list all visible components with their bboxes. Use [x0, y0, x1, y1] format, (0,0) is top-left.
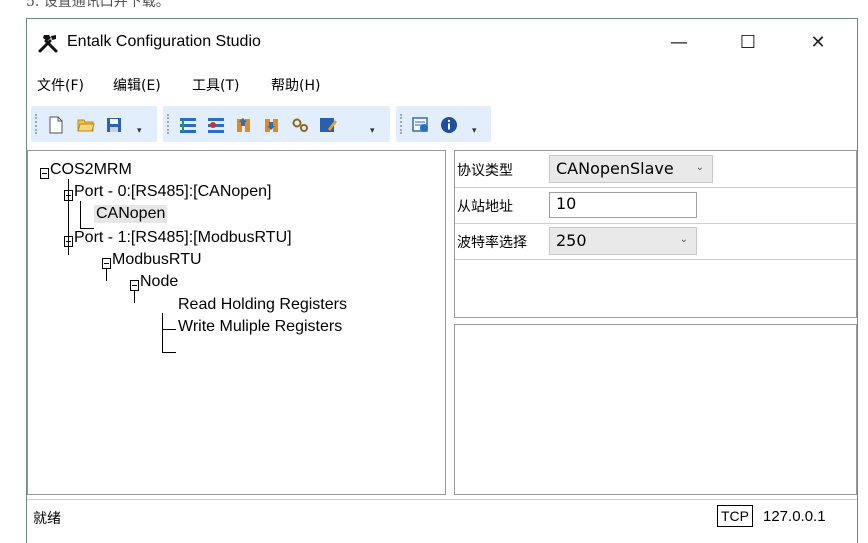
collapse-icon[interactable]: [40, 168, 49, 179]
property-grid: 协议类型 CANopenSlave ⌄ 从站地址 10 波特率选择 250 ⌄: [454, 150, 857, 318]
property-row: 协议类型 CANopenSlave ⌄: [455, 151, 856, 188]
tree-port-0[interactable]: Port - 0:[RS485]:[CANopen]: [74, 183, 271, 201]
tree-connector: [80, 201, 81, 229]
menu-tools[interactable]: 工具(T): [192, 75, 239, 95]
tree-canopen[interactable]: CANopen: [94, 205, 168, 223]
app-window: Entalk Configuration Studio — ☐ ✕ 文件(F) …: [26, 18, 858, 543]
tree-port-1[interactable]: Port - 1:[RS485]:[ModbusRTU]: [74, 229, 292, 247]
top-caption: 5. 设置通讯口并下载。: [26, 0, 170, 10]
property-label: 波特率选择: [457, 235, 527, 251]
toolbar-grip[interactable]: [400, 114, 404, 134]
toolbar-group-help: ▾: [396, 106, 491, 142]
tools-app-icon: [37, 32, 59, 54]
new-file-icon[interactable]: [47, 116, 65, 134]
tree-connector: [162, 352, 176, 353]
toolbar-group-file: ▾: [31, 106, 157, 142]
protocol-type-select[interactable]: CANopenSlave ⌄: [549, 155, 713, 183]
property-label: 从站地址: [457, 199, 513, 215]
collapse-icon[interactable]: [64, 236, 73, 247]
save-icon[interactable]: [105, 116, 123, 134]
property-row: 从站地址 10: [455, 187, 856, 224]
add-port-icon[interactable]: [179, 116, 197, 134]
toolbar-group-port: ▾: [163, 106, 390, 142]
protocol-badge: TCP: [717, 505, 753, 527]
settings-icon[interactable]: [291, 116, 309, 134]
toolbar: ▾ ▾ ▾: [31, 106, 857, 142]
ip-address: 127.0.0.1: [763, 508, 826, 525]
collapse-icon[interactable]: [64, 190, 73, 201]
toolbar-grip[interactable]: [167, 114, 171, 134]
baud-rate-select[interactable]: 250 ⌄: [549, 227, 697, 255]
toolbar-grip[interactable]: [35, 114, 39, 134]
download-icon[interactable]: [263, 116, 281, 134]
baud-rate-value: 250: [556, 231, 587, 250]
tree-node[interactable]: Node: [140, 273, 178, 291]
info-icon[interactable]: [440, 116, 458, 134]
edit-icon[interactable]: [319, 116, 337, 134]
menu-bar: 文件(F) 编辑(E) 工具(T) 帮助(H): [27, 71, 857, 97]
status-text: 就绪: [33, 511, 61, 527]
chevron-down-icon: ⌄: [679, 234, 688, 245]
property-row: 波特率选择 250 ⌄: [455, 223, 856, 260]
project-tree[interactable]: COS2MRM Port - 0:[RS485]:[CANopen] CANop…: [27, 150, 446, 495]
slave-address-value: 10: [556, 194, 577, 213]
protocol-type-value: CANopenSlave: [556, 159, 674, 178]
tree-write-multiple[interactable]: Write Muliple Registers: [178, 318, 342, 336]
chevron-down-icon: ⌄: [695, 162, 704, 173]
slave-address-input[interactable]: 10: [549, 192, 697, 218]
close-button[interactable]: ✕: [798, 27, 838, 57]
upload-icon[interactable]: [235, 116, 253, 134]
toolbar-overflow-icon[interactable]: ▾: [370, 126, 375, 136]
description-pane: [454, 324, 857, 495]
tree-root[interactable]: COS2MRM: [50, 161, 132, 179]
tree-connector: [134, 291, 135, 303]
status-bar: 就绪 TCP 127.0.0.1: [27, 499, 857, 536]
minimize-button[interactable]: —: [659, 27, 699, 57]
open-folder-icon[interactable]: [77, 116, 95, 134]
menu-edit[interactable]: 编辑(E): [113, 75, 161, 95]
tree-modbusrtu[interactable]: ModbusRTU: [112, 251, 202, 269]
title-bar: Entalk Configuration Studio — ☐ ✕: [27, 19, 857, 65]
collapse-icon[interactable]: [102, 258, 111, 269]
maximize-button[interactable]: ☐: [728, 27, 768, 57]
tree-connector: [162, 329, 176, 330]
toolbar-overflow-icon[interactable]: ▾: [137, 126, 142, 136]
tree-read-holding[interactable]: Read Holding Registers: [178, 296, 347, 314]
menu-help[interactable]: 帮助(H): [271, 75, 320, 95]
tree-connector: [106, 269, 107, 281]
toolbar-overflow-icon[interactable]: ▾: [472, 126, 477, 136]
property-label: 协议类型: [457, 163, 513, 179]
window-title: Entalk Configuration Studio: [67, 33, 261, 50]
menu-file[interactable]: 文件(F): [37, 75, 84, 95]
tree-connector: [162, 313, 163, 353]
collapse-icon[interactable]: [130, 280, 139, 291]
monitor-icon[interactable]: [412, 116, 430, 134]
remove-port-icon[interactable]: [207, 116, 225, 134]
